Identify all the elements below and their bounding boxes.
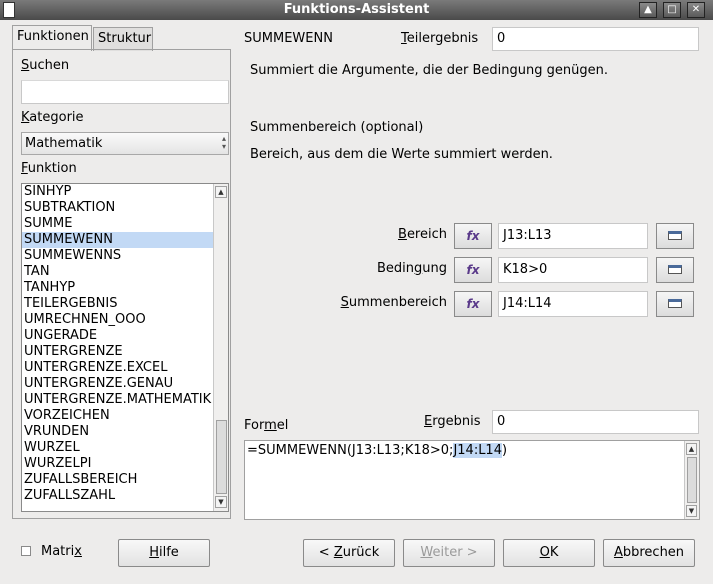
function-label: Funktion [21,161,77,176]
function-list-item[interactable]: SUMMEWENNS [22,248,213,264]
category-value: Mathematik [25,136,103,151]
cancel-button[interactable]: Abbrechen [603,539,695,567]
function-list-scrollbar[interactable]: ▲ ▼ [213,184,228,511]
arg-label-bedingung: Bedingung [376,261,447,276]
subresult-label: Teilergebnis [401,31,479,46]
function-list-item[interactable]: SINHYP [22,184,213,200]
category-label: Kategorie [21,110,84,125]
scroll-up-icon[interactable]: ▲ [215,186,227,198]
function-list-item[interactable]: TEILERGEBNIS [22,296,213,312]
scroll-thumb[interactable] [687,457,697,503]
matrix-label[interactable]: Matrix [41,544,82,559]
result-field: 0 [492,410,699,434]
tab-struktur[interactable]: Struktur [93,27,153,51]
arg-label-bereich: Bereich [398,227,447,242]
function-list-item[interactable]: WURZELPI [22,456,213,472]
arg-label-summenbereich: Summenbereich [340,295,447,310]
maximize-icon[interactable]: □ [663,2,681,18]
function-list-item[interactable]: VRUNDEN [22,424,213,440]
search-label: Suchen [21,58,70,73]
matrix-checkbox[interactable] [21,546,31,556]
ok-button[interactable]: OK [503,539,595,567]
close-icon[interactable]: ✕ [687,2,705,18]
next-button[interactable]: Weiter > [403,539,495,567]
title-bar: Funktions-Assistent [0,0,713,20]
function-list[interactable]: SINHYP SUBTRAKTION SUMME SUMMEWENN SUMMEWENN… [21,183,229,512]
arg-input-summenbereich[interactable]: J14:L14 [498,291,648,317]
function-list-item[interactable]: UNTERGRENZE.MATHEMATIK [22,392,213,408]
category-select[interactable]: Mathematik ▴ ▾ [21,132,229,155]
argument-title: Summenbereich (optional) [250,120,424,135]
scroll-up-icon[interactable]: ▲ [686,443,697,455]
help-button[interactable]: Hilfe [118,539,210,567]
shrink-icon [668,299,682,308]
scroll-thumb[interactable] [216,420,227,494]
result-label: Ergebnis [424,414,481,429]
formula-scrollbar[interactable]: ▲ ▼ [684,441,699,519]
fx-bereich-button[interactable]: fx [454,223,492,249]
function-list-item[interactable]: ZUFALLSBEREICH [22,472,213,488]
function-list-item[interactable]: SUBTRAKTION [22,200,213,216]
shrink-icon [668,265,682,274]
updown-icon: ▴ ▾ [221,134,226,151]
document-icon [3,2,15,18]
function-list-item[interactable]: UNTERGRENZE.GENAU [22,376,213,392]
scroll-down-icon[interactable]: ▼ [215,496,227,508]
function-list-item[interactable]: WURZEL [22,440,213,456]
fx-summenbereich-button[interactable]: fx [454,291,492,317]
function-description: Summiert die Argumente, die der Bedingun… [250,63,608,78]
function-list-item[interactable]: UNTERGRENZE.EXCEL [22,360,213,376]
formula-label: Formel [244,418,289,433]
shade-icon[interactable]: ▲ [639,2,657,18]
function-list-item[interactable]: UMRECHNEN_OOO [22,312,213,328]
scroll-down-icon[interactable]: ▼ [686,505,697,517]
arg-input-bereich[interactable]: J13:L13 [498,223,648,249]
search-input[interactable] [21,80,229,104]
fx-bedingung-button[interactable]: fx [454,257,492,283]
fx-icon: fx [466,263,480,277]
tab-funktionen[interactable]: Funktionen [12,25,92,51]
window-title: Funktions-Assistent [283,2,430,17]
fx-icon: fx [466,229,480,243]
function-list-item[interactable]: SUMME [22,216,213,232]
arg-input-bedingung[interactable]: K18>0 [498,257,648,283]
function-list-item[interactable]: UNTERGRENZE [22,344,213,360]
formula-text[interactable]: =SUMMEWENN(J13:L13;K18>0;J14:L14) [247,443,507,458]
shrink-bereich-button[interactable] [656,223,694,249]
back-button[interactable]: < Zurück [303,539,395,567]
formula-editor[interactable]: =SUMMEWENN(J13:L13;K18>0;J14:L14) ▲ ▼ [244,440,700,520]
function-list-item[interactable]: VORZEICHEN [22,408,213,424]
function-list-item[interactable]: TANHYP [22,280,213,296]
function-list-item[interactable]: SUMMEWENN [22,232,213,248]
shrink-bedingung-button[interactable] [656,257,694,283]
function-list-item[interactable]: UNGERADE [22,328,213,344]
function-list-item[interactable]: TAN [22,264,213,280]
argument-description: Bereich, aus dem die Werte summiert werd… [250,147,553,162]
shrink-icon [668,231,682,240]
function-name: SUMMEWENN [244,31,333,46]
function-list-item[interactable]: ZUFALLSZAHL [22,488,213,504]
fx-icon: fx [466,297,480,311]
shrink-summenbereich-button[interactable] [656,291,694,317]
subresult-field: 0 [492,27,699,51]
formula-highlight: J14:L14 [453,443,502,458]
